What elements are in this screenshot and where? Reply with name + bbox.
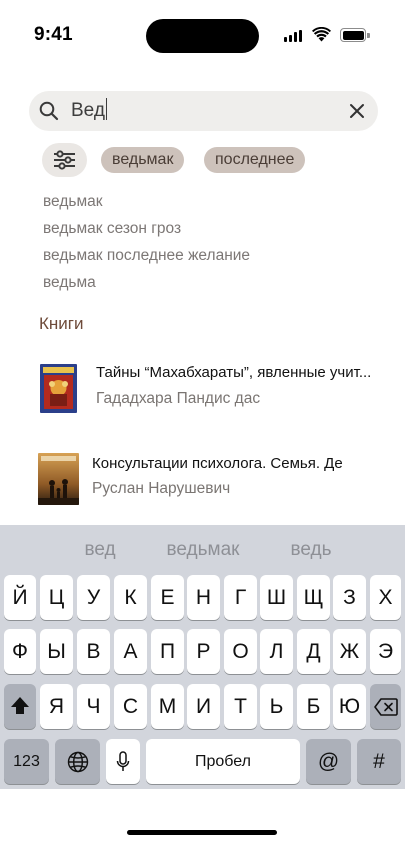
key-letter[interactable]: И [187,684,220,729]
key-letter[interactable]: Ш [260,575,293,620]
at-key[interactable]: @ [306,739,351,784]
search-input[interactable]: Вед [71,91,108,131]
key-letter[interactable]: Е [151,575,184,620]
prediction-bar: вед ведьмак ведь [0,525,405,573]
sliders-icon [54,150,75,170]
key-letter[interactable]: Й [4,575,36,620]
key-letter[interactable]: П [151,629,184,674]
numbers-key[interactable]: 123 [4,739,49,784]
key-letter[interactable]: Д [297,629,330,674]
key-letter[interactable]: Ч [77,684,110,729]
book-author: Гададхара Пандис дас [96,390,261,407]
search-query-text: Вед [71,100,105,121]
status-bar: 9:41 [0,0,405,60]
keyboard: вед ведьмак ведь Й Ц У К Е Н Г Ш Щ З Х Ф… [0,525,405,789]
shift-icon [11,697,29,714]
search-icon [39,101,59,121]
key-letter[interactable]: Ь [260,684,293,729]
suggestion-item[interactable]: ведьмак последнее желание [43,247,250,265]
suggestion-item[interactable]: ведьмак [43,193,103,211]
clear-search-button[interactable] [348,102,366,120]
chip-vedmak[interactable]: ведьмак [101,147,185,173]
key-letter[interactable]: С [114,684,147,729]
key-letter[interactable]: Б [297,684,330,729]
key-letter[interactable]: Э [370,629,401,674]
wifi-icon [312,27,331,42]
key-letter[interactable]: Н [187,575,220,620]
backspace-icon [373,698,398,716]
globe-key[interactable] [55,739,100,784]
space-key[interactable]: Пробел [146,739,300,784]
key-letter[interactable]: К [114,575,147,620]
key-letter[interactable]: Л [260,629,293,674]
search-bar[interactable]: Вед [29,91,378,131]
prediction-suggestion[interactable]: ведь [290,539,331,561]
microphone-icon [116,751,130,771]
shift-key[interactable] [4,684,36,729]
key-letter[interactable]: Щ [297,575,330,620]
cellular-signal-icon [284,29,304,42]
suggestion-item[interactable]: ведьмак сезон гроз [43,220,181,238]
book-cover-image [38,453,79,505]
key-letter[interactable]: Я [40,684,73,729]
key-letter[interactable]: Ф [4,629,36,674]
filter-button[interactable] [42,143,87,177]
book-author: Руслан Нарушевич [92,480,231,497]
status-time: 9:41 [34,24,73,45]
book-list-item[interactable]: Тайны “Махабхараты”, явленные учит... Га… [0,360,405,416]
key-letter[interactable]: Р [187,629,220,674]
key-letter[interactable]: М [151,684,184,729]
prediction-suggestion[interactable]: ведьмак [167,539,240,561]
key-letter[interactable]: Ж [333,629,366,674]
dynamic-island [146,19,259,53]
dictation-key[interactable] [106,739,140,784]
key-letter[interactable]: Т [224,684,257,729]
key-letter[interactable]: В [77,629,110,674]
key-letter[interactable]: Г [224,575,257,620]
chip-poslednee[interactable]: последнее [204,147,306,173]
book-title: Тайны “Махабхараты”, явленные учит... [96,364,372,381]
book-list-item[interactable]: Консультации психолога. Семья. Де Руслан… [0,450,405,506]
prediction-suggestion[interactable]: вед [84,539,115,561]
books-section-title: Книги [39,314,84,333]
battery-icon [340,28,370,42]
key-letter[interactable]: Ы [40,629,73,674]
delete-key[interactable] [370,684,401,729]
hash-key[interactable]: # [357,739,401,784]
home-indicator[interactable] [127,830,277,835]
key-letter[interactable]: У [77,575,110,620]
key-letter[interactable]: Х [370,575,401,620]
key-letter[interactable]: О [224,629,257,674]
book-cover-image [40,364,77,413]
key-letter[interactable]: Ц [40,575,73,620]
key-letter[interactable]: А [114,629,147,674]
suggestion-item[interactable]: ведьма [43,274,96,292]
key-letter[interactable]: З [333,575,366,620]
globe-icon [67,751,88,773]
book-title: Консультации психолога. Семья. Де [92,455,343,472]
text-caret [105,98,108,120]
key-letter[interactable]: Ю [333,684,366,729]
